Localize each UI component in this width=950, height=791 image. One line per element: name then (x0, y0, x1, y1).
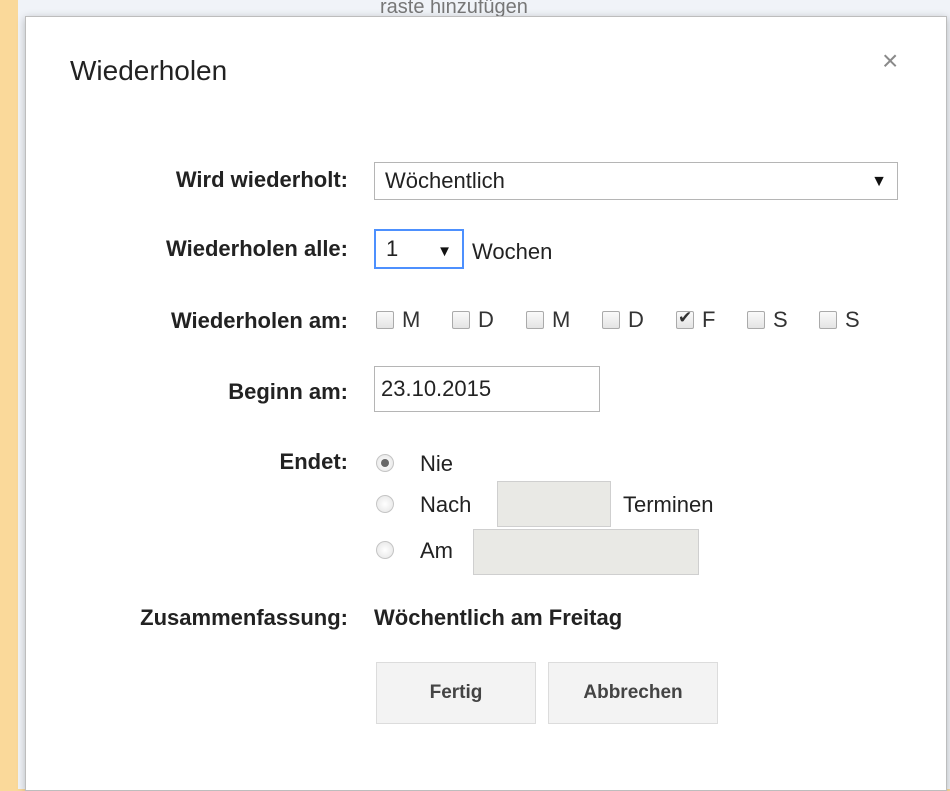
day-letter: M (552, 307, 571, 332)
end-date-input[interactable] (473, 529, 699, 575)
day-checkbox-saturday[interactable]: S (747, 305, 788, 335)
start-label: Beginn am: (228, 379, 348, 404)
dialog-title: Wiederholen (70, 55, 228, 86)
chevron-down-icon: ▼ (437, 243, 452, 260)
after-count-input[interactable] (497, 481, 611, 527)
close-icon[interactable]: × (882, 47, 898, 75)
done-button[interactable]: Fertig (376, 662, 536, 724)
repeat-select-value: Wöchentlich (385, 168, 505, 193)
checkbox-icon[interactable] (452, 311, 470, 329)
summary-label: Zusammenfassung: (140, 605, 348, 630)
ends-never-label: Nie (420, 451, 454, 476)
day-letter: F (702, 307, 716, 332)
summary-value: Wöchentlich am Freitag (374, 605, 623, 630)
radio-never[interactable] (376, 454, 394, 472)
ends-after-unit: Terminen (623, 492, 714, 517)
repeat-on-label: Wiederholen am: (170, 308, 348, 333)
day-letter: M (402, 307, 421, 332)
day-checkbox-thursday[interactable]: D (602, 305, 644, 335)
repeat-label: Wird wiederholt: (175, 167, 348, 192)
start-date-input[interactable]: 23.10.2015 (374, 366, 600, 412)
day-checkbox-sunday[interactable]: S (819, 305, 860, 335)
day-letter: S (845, 307, 860, 332)
checkbox-icon[interactable] (376, 311, 394, 329)
cancel-button[interactable]: Abbrechen (548, 662, 718, 724)
day-checkbox-wednesday[interactable]: M (526, 305, 570, 335)
ends-label: Endet: (279, 449, 348, 474)
day-letter: S (773, 307, 788, 332)
every-label: Wiederholen alle: (166, 236, 348, 261)
every-select[interactable]: 1 ▼ (374, 229, 464, 269)
day-letter: D (478, 307, 494, 332)
chevron-down-icon: ▼ (871, 173, 887, 190)
every-select-value: 1 (386, 236, 399, 261)
checkbox-checked-icon[interactable] (676, 308, 694, 329)
radio-on-date[interactable] (376, 541, 394, 559)
radio-after[interactable] (376, 495, 394, 513)
every-unit: Wochen (472, 239, 553, 264)
checkbox-icon[interactable] (747, 311, 765, 329)
day-checkbox-tuesday[interactable]: D (452, 305, 494, 335)
ends-after-label: Nach (420, 492, 472, 517)
day-letter: D (628, 307, 644, 332)
day-checkbox-monday[interactable]: M (376, 305, 420, 335)
repeat-dialog: Wiederholen × Wird wiederholt: Wöchentli… (25, 16, 947, 791)
ends-on-label: Am (420, 538, 453, 563)
checkbox-icon[interactable] (602, 311, 620, 329)
repeat-select[interactable]: Wöchentlich ▼ (374, 162, 898, 200)
checkbox-icon[interactable] (526, 311, 544, 329)
checkbox-icon[interactable] (819, 311, 837, 329)
day-checkbox-friday[interactable]: F (676, 305, 715, 335)
